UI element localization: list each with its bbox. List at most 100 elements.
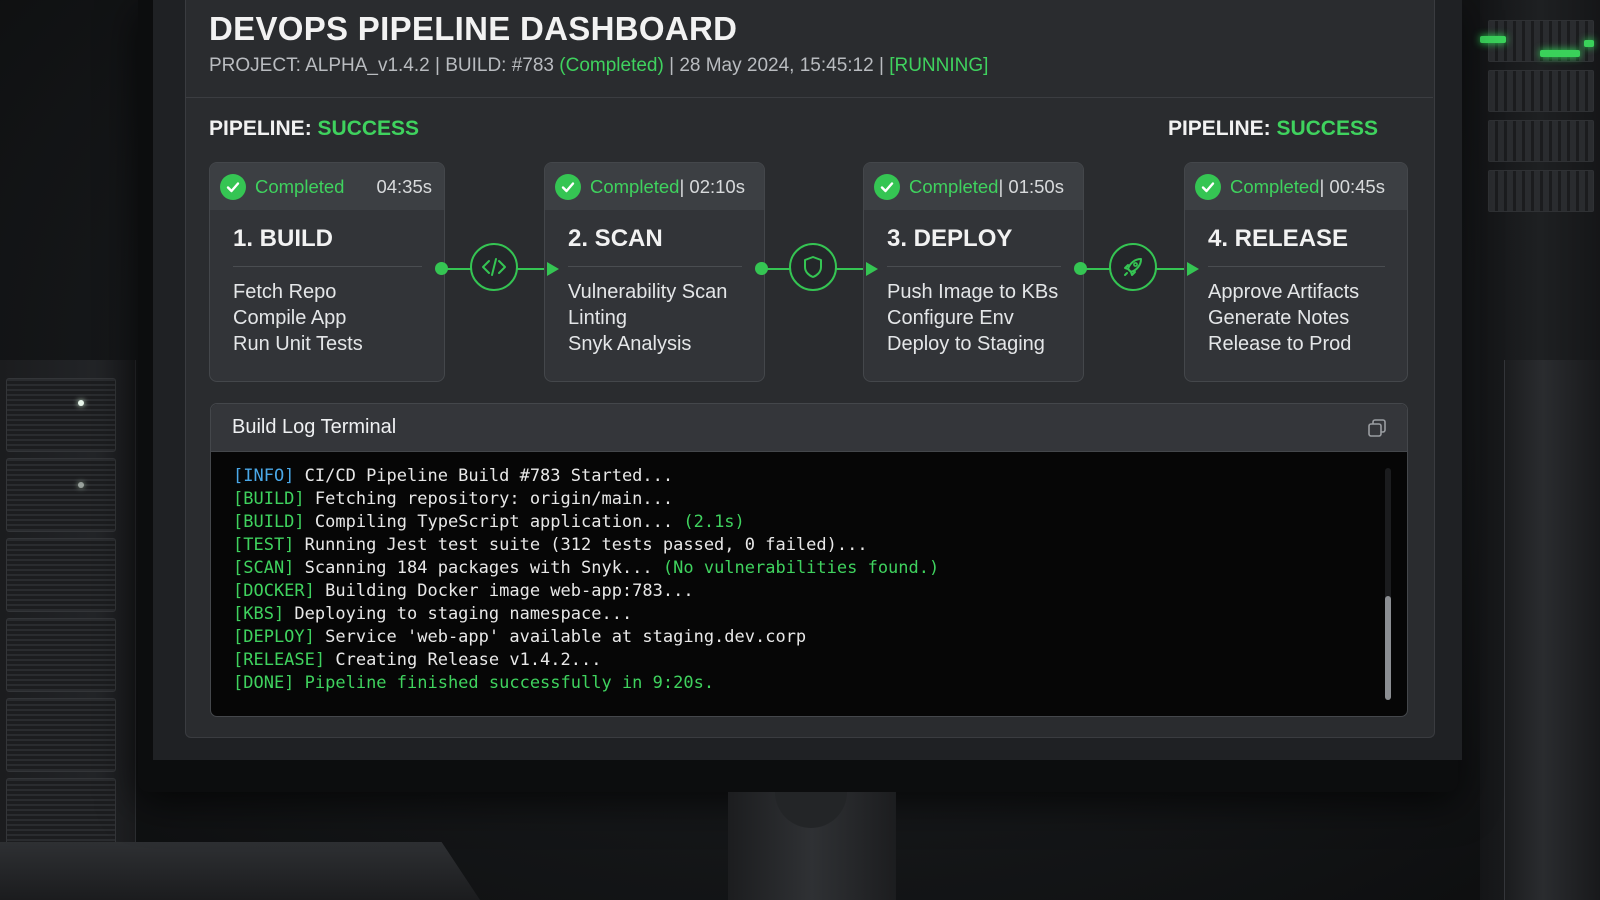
stage-task-list: Push Image to KBs Configure Env Deploy t… xyxy=(887,279,1083,357)
scrollbar-thumb[interactable] xyxy=(1385,596,1391,700)
log-line: [BUILD] Compiling TypeScript application… xyxy=(233,511,1407,534)
log-tag: [DEPLOY] xyxy=(233,627,315,647)
terminal-scrollbar[interactable] xyxy=(1385,468,1391,700)
stage-task-list: Vulnerability Scan Linting Snyk Analysis xyxy=(568,279,764,357)
log-text: CI/CD Pipeline Build #783 Started... xyxy=(294,466,674,486)
log-text: Compiling TypeScript application... xyxy=(304,512,684,532)
stage-card-scan[interactable]: Completed | 02:10s 2. SCAN Vulnerability… xyxy=(544,162,765,382)
stage-name: 3. DEPLOY xyxy=(887,225,1061,267)
log-tag: [TEST] xyxy=(233,535,295,555)
stage-task: Configure Env xyxy=(887,307,1014,329)
stage-header: Completed | 02:10s xyxy=(545,163,764,210)
server-rack-left xyxy=(0,360,136,900)
log-line: [INFO] CI/CD Pipeline Build #783 Started… xyxy=(233,465,1407,488)
copy-icon[interactable] xyxy=(1365,416,1389,440)
stage-task: Approve Artifacts xyxy=(1208,281,1360,303)
pipeline-status-label: PIPELINE: xyxy=(1167,117,1277,140)
log-tag: [DOCKER] xyxy=(233,581,315,601)
check-circle-icon xyxy=(874,173,900,200)
stage-duration: | 01:50s xyxy=(998,175,1064,197)
log-line: [DEPLOY] Service 'web-app' available at … xyxy=(233,626,1407,649)
log-tag: [BUILD] xyxy=(233,512,305,532)
stage-task: Fetch Repo xyxy=(233,281,337,303)
connector-arrow xyxy=(547,262,559,276)
server-rack-right-lower xyxy=(1504,360,1600,900)
run-state-badge: [RUNNING] xyxy=(889,55,989,76)
connector-arrow xyxy=(1187,262,1199,276)
header-divider xyxy=(185,97,1433,98)
log-tag: [KBS] xyxy=(233,604,285,624)
stage-status: Completed xyxy=(909,175,999,197)
stage-card-release[interactable]: Completed | 00:45s 4. RELEASE Approve Ar… xyxy=(1184,162,1408,382)
stage-task-list: Approve Artifacts Generate Notes Release… xyxy=(1208,279,1407,357)
page-title: DEVOPS PIPELINE DASHBOARD xyxy=(209,10,738,47)
log-line: [DONE] Pipeline finished successfully in… xyxy=(233,672,1407,695)
log-highlight: (No vulnerabilities found.) xyxy=(662,558,940,578)
stage-name: 2. SCAN xyxy=(568,225,742,267)
log-highlight: (2.1s) xyxy=(683,512,745,532)
stage-task: Run Unit Tests xyxy=(233,333,363,355)
log-highlight: Pipeline finished successfully in 9:20s. xyxy=(294,673,715,693)
stage-task: Vulnerability Scan xyxy=(568,281,728,303)
connector-node xyxy=(1074,262,1087,275)
stage-task: Linting xyxy=(568,307,627,329)
pipeline-status-right: PIPELINE: SUCCESS xyxy=(1168,117,1378,141)
log-text: Deploying to staging namespace... xyxy=(284,604,633,624)
build-log-terminal[interactable]: Build Log Terminal [INFO] CI/CD Pipeline… xyxy=(210,403,1408,717)
log-text: Service 'web-app' available at staging.d… xyxy=(314,627,807,647)
desk-surface xyxy=(0,842,480,900)
log-line: [RELEASE] Creating Release v1.4.2... xyxy=(233,649,1407,672)
log-tag: [INFO] xyxy=(233,466,295,486)
pipeline-status-left: PIPELINE: SUCCESS xyxy=(209,117,419,141)
log-line: [DOCKER] Building Docker image web-app:7… xyxy=(233,580,1407,603)
log-line: [KBS] Deploying to staging namespace... xyxy=(233,603,1407,626)
project-build-info: PROJECT: ALPHA_v1.4.2 | BUILD: #783 xyxy=(209,55,560,76)
stage-task-list: Fetch Repo Compile App Run Unit Tests xyxy=(233,279,444,357)
terminal-title: Build Log Terminal xyxy=(232,416,397,438)
terminal-log-output[interactable]: [INFO] CI/CD Pipeline Build #783 Started… xyxy=(211,452,1407,695)
stage-header: Completed | 00:45s xyxy=(1185,163,1407,210)
log-text: Scanning 184 packages with Snyk... xyxy=(294,558,663,578)
stage-task: Release to Prod xyxy=(1208,333,1352,355)
stage-name: 1. BUILD xyxy=(233,225,422,267)
code-icon xyxy=(470,243,518,291)
stage-header: Completed | 01:50s xyxy=(864,163,1083,210)
terminal-header: Build Log Terminal xyxy=(211,404,1407,452)
log-text: Building Docker image web-app:783... xyxy=(314,581,694,601)
stage-status: Completed xyxy=(255,175,345,197)
stage-duration: | 00:45s xyxy=(1319,175,1385,197)
connector-node xyxy=(755,262,768,275)
stage-task: Snyk Analysis xyxy=(568,333,692,355)
stage-task: Generate Notes xyxy=(1208,307,1350,329)
build-status: (Completed) xyxy=(559,55,664,76)
log-line: [BUILD] Fetching repository: origin/main… xyxy=(233,488,1407,511)
log-text: Fetching repository: origin/main... xyxy=(304,489,674,509)
stage-card-build[interactable]: Completed 04:35s 1. BUILD Fetch Repo Com… xyxy=(209,162,445,382)
stage-status: Completed xyxy=(590,175,680,197)
stage-task: Compile App xyxy=(233,307,347,329)
check-circle-icon xyxy=(220,173,246,200)
stage-status: Completed xyxy=(1230,175,1320,197)
stage-duration: 04:35s xyxy=(376,175,432,197)
log-line: [SCAN] Scanning 184 packages with Snyk..… xyxy=(233,557,1407,580)
stage-duration: | 02:10s xyxy=(679,175,745,197)
log-tag: [SCAN] xyxy=(233,558,295,578)
connector-arrow xyxy=(866,262,878,276)
stage-header: Completed 04:35s xyxy=(210,163,444,210)
connector-node xyxy=(435,262,448,275)
log-line: [TEST] Running Jest test suite (312 test… xyxy=(233,534,1407,557)
check-circle-icon xyxy=(1195,173,1221,200)
stage-card-deploy[interactable]: Completed | 01:50s 3. DEPLOY Push Image … xyxy=(863,162,1084,382)
log-text: Running Jest test suite (312 tests passe… xyxy=(294,535,868,555)
stage-task: Deploy to Staging xyxy=(887,333,1045,355)
rocket-icon xyxy=(1109,243,1157,291)
pipeline-status-value: SUCCESS xyxy=(1276,117,1378,140)
shield-icon xyxy=(789,243,837,291)
pipeline-status-value: SUCCESS xyxy=(317,117,420,140)
build-info-line: PROJECT: ALPHA_v1.4.2 | BUILD: #783 (Com… xyxy=(209,55,988,77)
check-circle-icon xyxy=(555,173,581,200)
log-tag: [DONE] xyxy=(233,673,295,693)
log-tag: [BUILD] xyxy=(233,489,305,509)
pipeline-status-label: PIPELINE: xyxy=(209,117,318,140)
stage-task: Push Image to KBs xyxy=(887,281,1059,303)
